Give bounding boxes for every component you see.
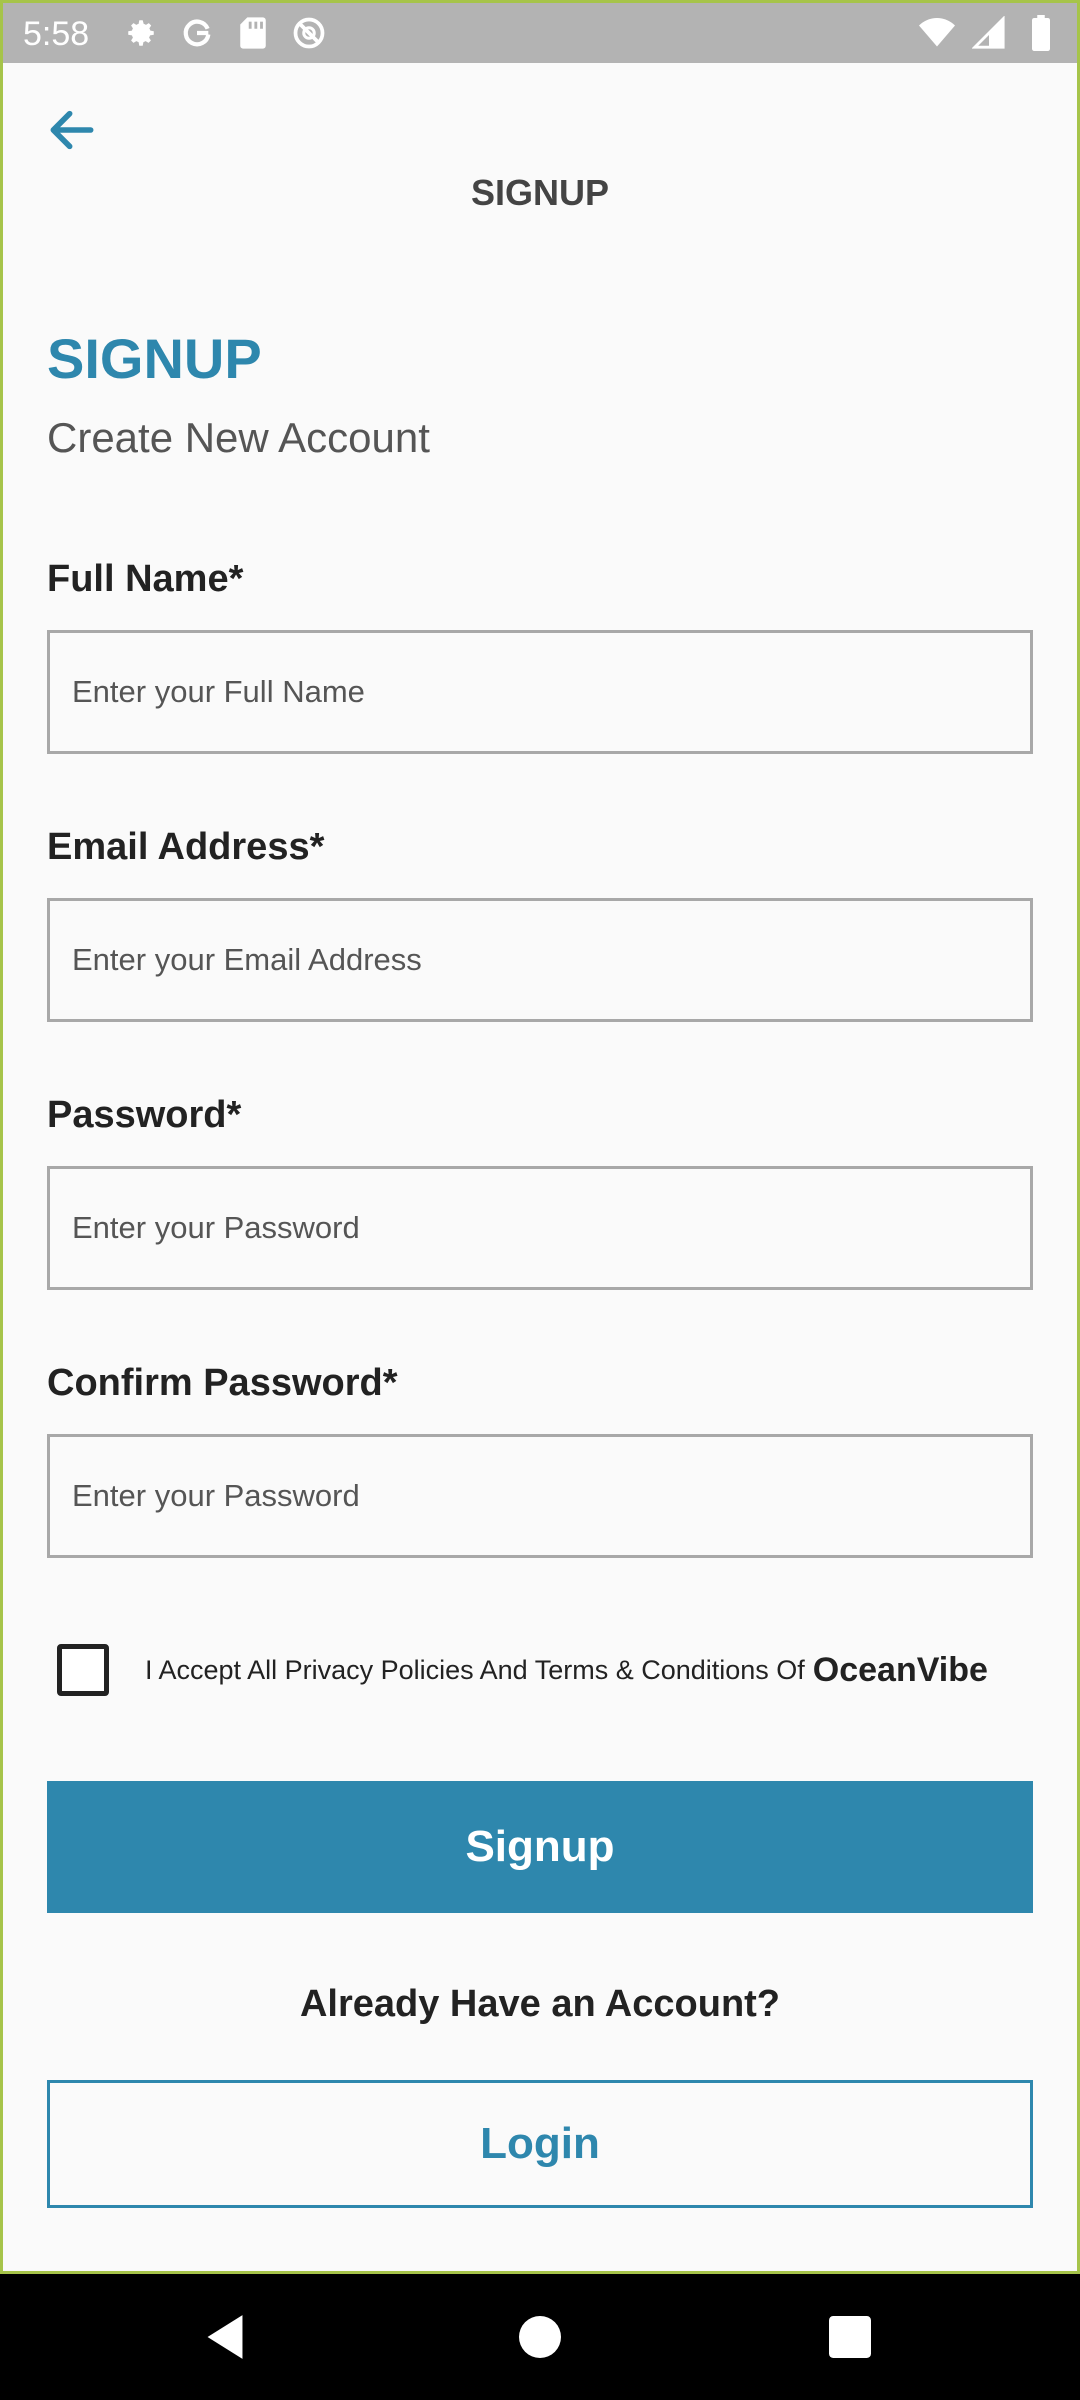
nav-recents-button[interactable]: [815, 2302, 885, 2372]
appbar-title: SIGNUP: [470, 172, 610, 213]
brand-name: OceanVibe: [812, 1650, 988, 1689]
signup-button[interactable]: Signup: [47, 1781, 1033, 1913]
signal-icon: [971, 15, 1007, 51]
google-icon: [179, 15, 215, 51]
terms-checkbox[interactable]: [57, 1644, 109, 1696]
arrow-back-icon: [50, 110, 94, 150]
page-subtitle: Create New Account: [47, 414, 430, 461]
terms-text: I Accept All Privacy Policies And Terms …: [145, 1654, 805, 1685]
home-circle-icon: [519, 2316, 561, 2358]
do-not-disturb-icon: [291, 15, 327, 51]
back-triangle-icon: [207, 2315, 243, 2359]
sd-card-icon: [235, 15, 271, 51]
email-input[interactable]: [47, 898, 1033, 1022]
wifi-icon: [919, 15, 955, 51]
email-label: Email Address*: [47, 826, 325, 868]
page-title: SIGNUP: [47, 327, 262, 390]
terms-row: I Accept All Privacy Policies And Terms …: [47, 1635, 1033, 1705]
login-button[interactable]: Login: [47, 2080, 1033, 2208]
password-input[interactable]: [47, 1166, 1033, 1290]
confirm-password-input[interactable]: [47, 1434, 1033, 1558]
password-label: Password*: [47, 1094, 242, 1136]
back-button[interactable]: [42, 100, 102, 160]
nav-home-button[interactable]: [505, 2302, 575, 2372]
navigation-bar: [0, 2274, 1080, 2400]
recents-square-icon: [829, 2316, 871, 2358]
confirm-password-label: Confirm Password*: [47, 1362, 398, 1404]
battery-icon: [1023, 15, 1059, 51]
status-time: 5:58: [23, 15, 90, 53]
already-account-text: Already Have an Account?: [299, 1983, 781, 2025]
full-name-input[interactable]: [47, 630, 1033, 754]
status-bar: 5:58: [0, 0, 1080, 63]
nav-back-button[interactable]: [190, 2302, 260, 2372]
settings-icon: [123, 15, 159, 51]
full-name-label: Full Name*: [47, 558, 244, 600]
